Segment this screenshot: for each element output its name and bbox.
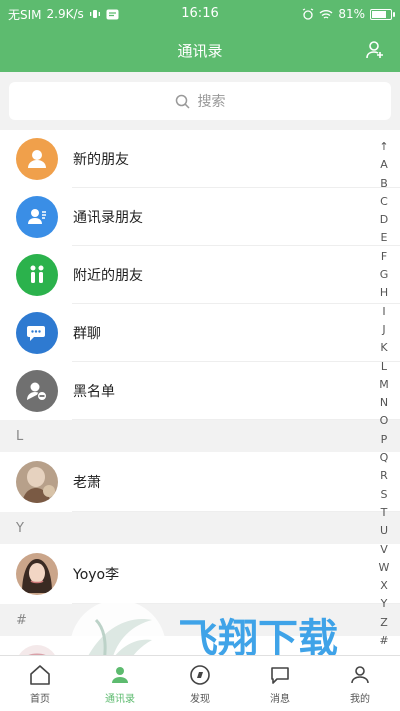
index-letter[interactable]: D	[380, 211, 388, 229]
menu-label: 附近的朋友	[73, 268, 143, 284]
index-letter[interactable]: S	[381, 486, 388, 504]
index-letter[interactable]: Y	[381, 595, 388, 613]
index-letter[interactable]: ↑	[379, 138, 388, 156]
contact-name: 老萧	[73, 475, 101, 491]
tab-messages[interactable]: 消息	[240, 656, 320, 711]
search-icon	[175, 94, 190, 109]
menu-group-chat[interactable]: 群聊	[0, 304, 400, 362]
menu-phone-contacts[interactable]: 通讯录朋友	[0, 188, 400, 246]
index-letter[interactable]: X	[380, 577, 388, 595]
index-letter[interactable]: T	[381, 504, 388, 522]
avatar	[16, 553, 58, 595]
index-letter[interactable]: A	[380, 156, 388, 174]
vibrate-icon	[89, 10, 100, 18]
contact-name: Yoyo李	[73, 567, 120, 583]
contacts-tab-icon	[112, 666, 128, 683]
index-letter[interactable]: R	[380, 467, 388, 485]
index-letter[interactable]: M	[379, 376, 389, 394]
nearby-icon	[16, 254, 58, 296]
section-header-y: Y	[0, 512, 400, 544]
index-letter[interactable]: #	[379, 632, 388, 650]
app-header: 无SIM 2.9K/s 16:16 81% 通讯录	[0, 0, 400, 72]
section-header-hash: #	[0, 604, 400, 636]
battery-icon	[370, 8, 395, 20]
tab-label: 发现	[190, 693, 210, 705]
index-letter[interactable]: K	[380, 339, 387, 357]
tab-contacts[interactable]: 通讯录	[80, 656, 160, 711]
index-letter[interactable]: I	[382, 303, 385, 321]
index-letter[interactable]: F	[381, 248, 387, 266]
menu-label: 新的朋友	[73, 152, 129, 168]
new-friend-icon	[16, 138, 58, 180]
carrier-label: 无SIM	[8, 7, 42, 22]
contact-list: 新的朋友 通讯录朋友 附近的朋友 群聊 黑名单 L 老萧 Y Yoyo李 #	[0, 130, 400, 655]
discover-icon	[190, 664, 210, 685]
index-letter[interactable]: W	[379, 559, 390, 577]
menu-nearby-friends[interactable]: 附近的朋友	[0, 246, 400, 304]
alphabet-index[interactable]: ↑ A B C D E F G H I J K L M N O P Q R S T U V W X Y Z #	[376, 138, 392, 650]
battery-level	[372, 10, 386, 18]
tab-label: 消息	[270, 693, 290, 705]
index-letter[interactable]: O	[380, 412, 389, 430]
index-letter[interactable]: L	[381, 358, 387, 376]
tab-label: 通讯录	[105, 693, 135, 705]
index-letter[interactable]: E	[381, 229, 388, 247]
index-letter[interactable]: Z	[380, 614, 388, 632]
tab-discover[interactable]: 发现	[160, 656, 240, 711]
index-letter[interactable]: N	[380, 394, 388, 412]
title-bar: 通讯录	[0, 28, 400, 72]
wifi-icon	[319, 9, 333, 19]
index-letter[interactable]: J	[382, 321, 385, 339]
index-letter[interactable]: V	[380, 541, 388, 559]
menu-label: 通讯录朋友	[73, 210, 143, 226]
avatar	[16, 645, 58, 655]
menu-new-friends[interactable]: 新的朋友	[0, 130, 400, 188]
section-header-l: L	[0, 420, 400, 452]
home-icon	[30, 664, 50, 685]
index-letter[interactable]: U	[380, 522, 388, 540]
message-icon	[271, 666, 289, 684]
search-area: 搜索	[0, 72, 400, 130]
profile-icon	[351, 665, 369, 683]
menu-label: 黑名单	[73, 384, 115, 400]
index-letter[interactable]: H	[380, 284, 388, 302]
search-placeholder: 搜索	[197, 94, 226, 110]
bottom-tab-bar: 首页 通讯录 发现 消息 我的	[0, 655, 400, 711]
message-notification-icon	[106, 9, 119, 19]
tab-label: 首页	[30, 693, 50, 705]
status-bar: 无SIM 2.9K/s 16:16 81%	[0, 0, 400, 28]
index-letter[interactable]: C	[380, 193, 388, 211]
index-letter[interactable]: G	[380, 266, 389, 284]
network-speed: 2.9K/s	[46, 7, 84, 21]
tab-home[interactable]: 首页	[0, 656, 80, 711]
index-letter[interactable]: P	[381, 431, 388, 449]
search-input[interactable]: 搜索	[9, 82, 391, 120]
contact-row[interactable]: Yoyo李	[0, 544, 400, 604]
battery-percent: 81%	[338, 7, 365, 21]
tab-label: 我的	[350, 693, 370, 705]
index-letter[interactable]: Q	[380, 449, 389, 467]
contacts-icon	[16, 196, 58, 238]
alarm-icon	[303, 8, 314, 20]
contact-row[interactable]: 老萧	[0, 452, 400, 512]
add-friend-icon[interactable]	[364, 39, 386, 61]
menu-label: 群聊	[73, 326, 101, 342]
avatar	[16, 461, 58, 503]
blacklist-icon	[16, 370, 58, 412]
tab-profile[interactable]: 我的	[320, 656, 400, 711]
contact-row-partial[interactable]	[0, 636, 400, 655]
page-title: 通讯录	[177, 41, 223, 60]
index-letter[interactable]: B	[380, 175, 388, 193]
group-chat-icon	[16, 312, 58, 354]
menu-blacklist[interactable]: 黑名单	[0, 362, 400, 420]
